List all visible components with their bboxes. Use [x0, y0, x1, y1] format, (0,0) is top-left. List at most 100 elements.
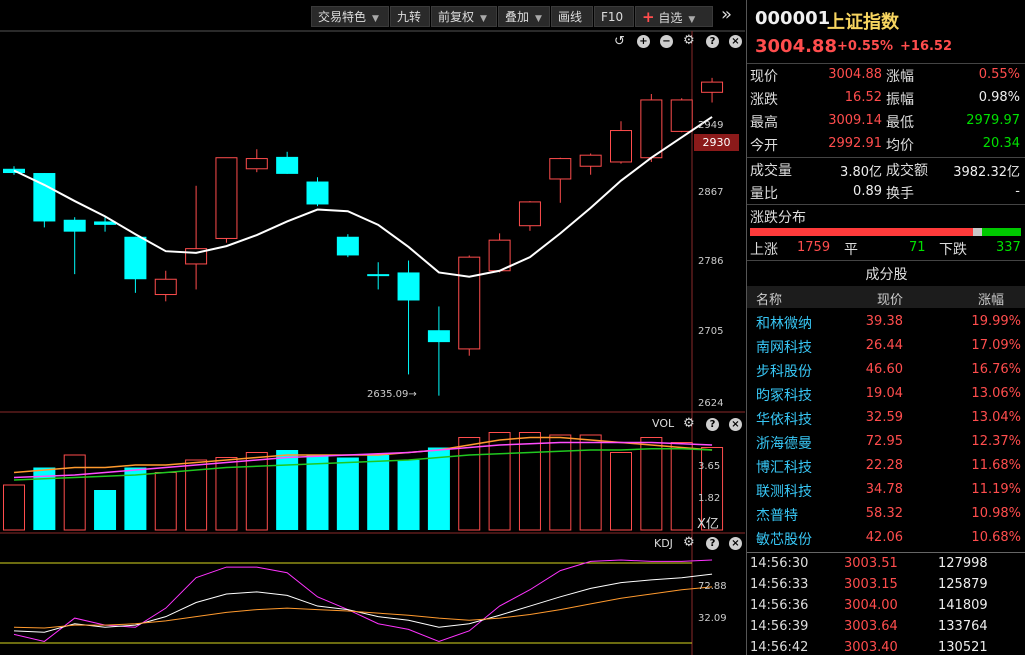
close-icon[interactable]: × — [729, 418, 742, 431]
quote-value: 3982.32亿 — [953, 165, 1020, 180]
up-label: 上涨 — [750, 242, 778, 258]
flat-count: 71 — [909, 240, 926, 255]
stock-pct: 11.68% — [971, 458, 1021, 473]
quote-label: 振幅 — [886, 92, 914, 108]
distribution-up-bar — [750, 228, 973, 236]
trade-feature-button[interactable]: 交易特色 ▼ — [311, 6, 389, 27]
chevron-down-icon: ▼ — [688, 15, 696, 25]
vol-axis-tick: 3.65 — [698, 461, 721, 472]
stock-pct: 10.68% — [971, 530, 1021, 545]
stock-price: 39.38 — [865, 314, 903, 329]
expand-panel-icon[interactable]: » — [721, 4, 732, 25]
candle-body — [518, 201, 541, 227]
constituent-row[interactable]: 华依科技 32.59 13.04% — [747, 408, 1025, 430]
stock-pct: 19.99% — [971, 314, 1021, 329]
gear-icon[interactable]: ⚙ — [683, 536, 695, 549]
divider — [747, 552, 1025, 553]
kdj-axis-tick: 32.09 — [698, 613, 727, 624]
stock-price: 46.60 — [865, 362, 903, 377]
constituent-row[interactable]: 昀冢科技 19.04 13.06% — [747, 384, 1025, 406]
adjust-button[interactable]: 前复权 ▼ — [431, 6, 497, 27]
constituent-row[interactable]: 联测科技 34.78 11.19% — [747, 480, 1025, 502]
constituents-title: 成分股 — [865, 267, 908, 283]
volume-bar — [518, 432, 541, 531]
distribution-bar — [750, 228, 1021, 236]
index-pct: +0.55% — [837, 39, 893, 54]
candle-body — [701, 81, 724, 93]
stock-name: 敏芯股份 — [756, 532, 812, 548]
help-icon[interactable]: ? — [706, 418, 719, 431]
quote-value: 3009.14 — [828, 113, 882, 128]
price-axis-tick: 2624 — [698, 398, 724, 409]
draw-line-button[interactable]: 画线 — [551, 6, 593, 27]
stock-pct: 11.19% — [971, 482, 1021, 497]
header-name: 名称 — [756, 293, 783, 308]
plus-icon: + — [642, 8, 655, 26]
adjust-label: 前复权 — [438, 10, 475, 24]
candle-body — [458, 256, 481, 350]
constituent-row[interactable]: 浙海德曼 72.95 12.37% — [747, 432, 1025, 454]
gear-icon[interactable]: ⚙ — [683, 417, 695, 430]
watchlist-label: 自选 — [658, 11, 683, 25]
chevron-down-icon: ▼ — [535, 14, 542, 24]
refresh-icon[interactable]: ↺ — [614, 35, 625, 48]
stock-pct: 13.04% — [971, 410, 1021, 425]
close-icon[interactable]: × — [729, 537, 742, 550]
down-label: 下跌 — [939, 242, 967, 258]
constituent-row[interactable]: 步科股份 46.60 16.76% — [747, 360, 1025, 382]
kdj-k-line — [13, 573, 713, 633]
gear-icon[interactable]: ⚙ — [683, 34, 695, 47]
volume-ma-line — [13, 448, 713, 481]
constituent-row[interactable]: 杰普特 58.32 10.98% — [747, 504, 1025, 526]
low-price-arrow: → — [408, 389, 417, 400]
ma-line — [13, 116, 713, 278]
quote-value: 3004.88 — [828, 67, 882, 82]
quote-label: 成交额 — [886, 163, 928, 179]
vol-axis-tick: 1.82 — [698, 493, 721, 504]
help-icon[interactable]: ? — [706, 35, 719, 48]
quote-label: 今开 — [750, 138, 778, 154]
help-icon[interactable]: ? — [706, 537, 719, 550]
chart-area[interactable]: 交易特色 ▼ 九转 前复权 ▼ 叠加 ▼ 画线 F10 + 自选 ▼ » ↺ + − ⚙… — [0, 0, 745, 655]
f10-button[interactable]: F10 — [594, 6, 634, 27]
volume-bar — [458, 437, 481, 531]
candle-body — [427, 330, 450, 343]
watchlist-button[interactable]: + 自选 ▼ — [635, 6, 713, 27]
overlay-button[interactable]: 叠加 ▼ — [498, 6, 550, 27]
constituent-row[interactable]: 和林微纳 39.38 19.99% — [747, 312, 1025, 334]
constituent-row[interactable]: 博汇科技 22.28 11.68% — [747, 456, 1025, 478]
close-icon[interactable]: × — [729, 35, 742, 48]
stock-price: 58.32 — [865, 506, 903, 521]
divider — [747, 63, 1025, 64]
candle-body — [215, 157, 238, 239]
zoom-out-icon[interactable]: − — [660, 35, 673, 48]
quote-value: 3.80亿 — [840, 165, 882, 180]
candle-body — [306, 181, 329, 205]
volume-bar — [63, 454, 86, 531]
volume-bar — [306, 455, 329, 530]
quote-value: 0.55% — [978, 67, 1020, 82]
stock-pct: 10.98% — [971, 506, 1021, 521]
candle-body — [367, 274, 390, 277]
divider — [747, 204, 1025, 205]
kline-chart[interactable] — [0, 0, 745, 655]
volume-bar — [397, 460, 420, 530]
zoom-in-icon[interactable]: + — [637, 35, 650, 48]
quote-value: 2979.97 — [966, 113, 1020, 128]
down-count: 337 — [996, 240, 1021, 255]
vol-unit: X亿 — [697, 517, 719, 532]
nine-turn-button[interactable]: 九转 — [390, 6, 430, 27]
volume-bar — [670, 442, 693, 531]
candle-body — [245, 158, 268, 170]
tick-volume: 127998 — [938, 556, 988, 571]
constituent-row[interactable]: 南网科技 26.44 17.09% — [747, 336, 1025, 358]
tick-time: 14:56:36 — [750, 598, 809, 613]
f10-label: F10 — [601, 10, 624, 24]
divider — [747, 260, 1025, 261]
stock-price: 26.44 — [865, 338, 903, 353]
candle-body — [154, 278, 177, 296]
price-axis-tick: 2786 — [698, 256, 724, 267]
stock-name: 昀冢科技 — [756, 388, 812, 404]
tick-price: 3003.64 — [844, 619, 898, 634]
constituent-row[interactable]: 敏芯股份 42.06 10.68% — [747, 528, 1025, 550]
